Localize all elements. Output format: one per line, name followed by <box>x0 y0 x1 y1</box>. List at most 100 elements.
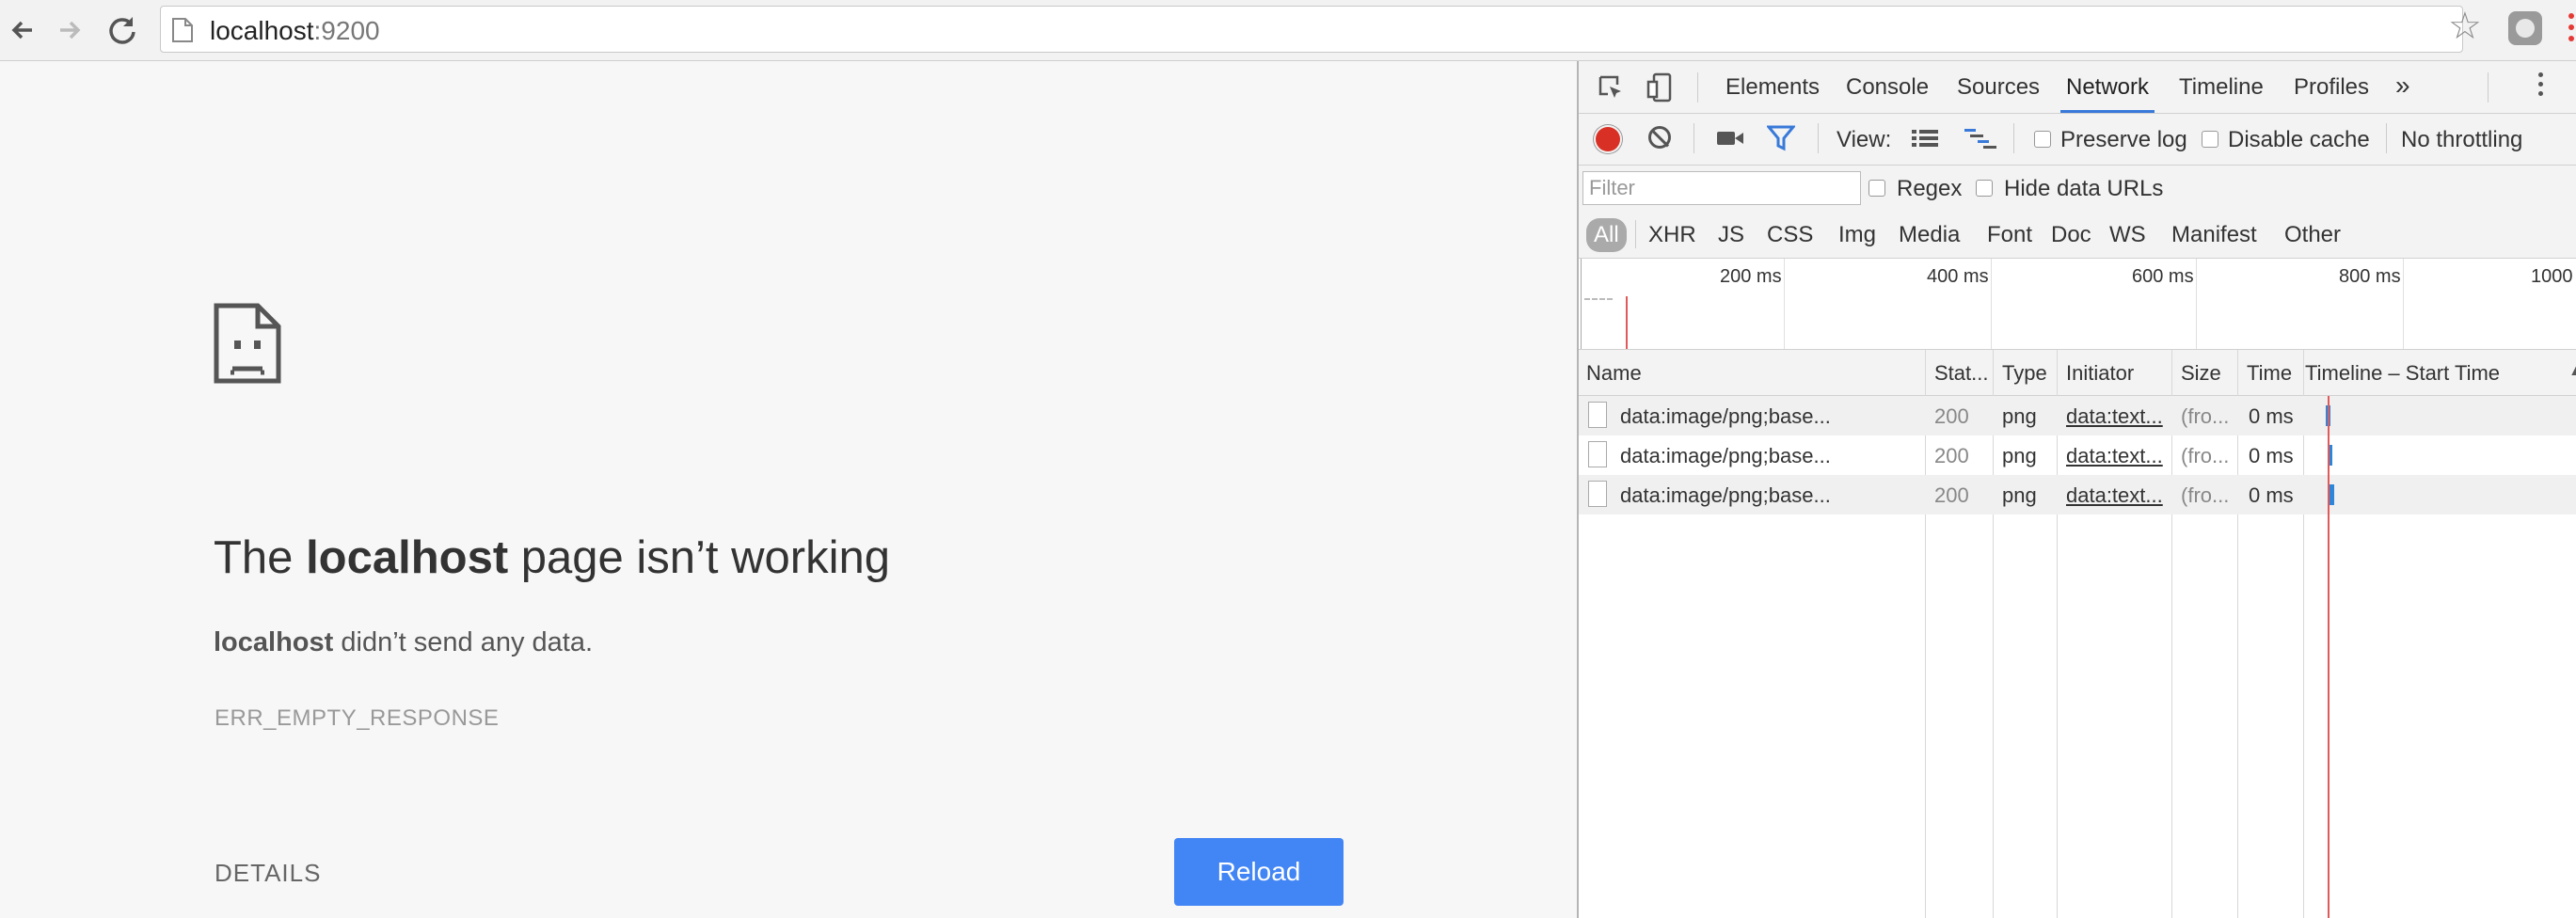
error-page: The localhost page isn’t working localho… <box>0 61 1577 918</box>
clear-icon[interactable] <box>1648 126 1671 149</box>
reload-icon[interactable] <box>103 11 141 49</box>
bookmark-star-icon[interactable]: ☆ <box>2448 8 2482 45</box>
filter-icon[interactable] <box>1767 125 1795 151</box>
browser-menu-icon[interactable] <box>2567 13 2576 47</box>
column-size[interactable]: Size <box>2181 361 2221 386</box>
divider <box>1818 123 1819 153</box>
timeline-bar <box>2330 484 2334 505</box>
type-css[interactable]: CSS <box>1761 218 1819 252</box>
devtools-menu-icon[interactable] <box>2538 72 2544 96</box>
regex-checkbox[interactable] <box>1868 180 1885 197</box>
cell-type: png <box>2002 444 2037 467</box>
cell-initiator[interactable]: data:text... <box>2066 444 2166 468</box>
hide-data-urls-label: Hide data URLs <box>2004 176 2164 201</box>
table-row[interactable]: data:image/png;base... 200 png data:text… <box>1579 396 2576 435</box>
view-label: View: <box>1837 127 1892 152</box>
divider <box>1635 220 1636 248</box>
tab-network[interactable]: Network <box>2059 74 2155 113</box>
error-title: The localhost page isn’t working <box>214 532 890 583</box>
more-tabs-icon[interactable]: » <box>2395 71 2410 101</box>
browser-toolbar: localhost:9200 ☆ <box>0 0 2576 61</box>
file-icon <box>1588 441 1607 467</box>
column-initiator[interactable]: Initiator <box>2066 361 2134 386</box>
hide-data-urls-checkbox[interactable] <box>1976 180 1993 197</box>
cell-initiator[interactable]: data:text... <box>2066 404 2166 429</box>
resource-type-filter: All XHR JS CSS Img Media Font Doc WS Man… <box>1579 211 2576 259</box>
sort-arrow-icon: ▲ <box>2568 363 2576 380</box>
type-font[interactable]: Font <box>1981 218 2038 252</box>
devtools-panel: Elements Console Sources Network Timelin… <box>1577 61 2576 918</box>
divider <box>2488 72 2489 103</box>
type-manifest[interactable]: Manifest <box>2166 218 2263 252</box>
tab-elements[interactable]: Elements <box>1725 74 1820 101</box>
back-icon[interactable] <box>4 11 41 49</box>
capture-screenshots-icon[interactable] <box>1716 129 1744 148</box>
tab-profiles[interactable]: Profiles <box>2294 74 2369 101</box>
column-status[interactable]: Stat... <box>1934 361 1988 386</box>
file-icon <box>1588 481 1607 507</box>
reload-button[interactable]: Reload <box>1174 838 1344 906</box>
tab-sources[interactable]: Sources <box>1957 74 2040 101</box>
overview-gridline <box>2403 259 2404 349</box>
disable-cache-checkbox[interactable] <box>2202 131 2218 148</box>
tab-timeline[interactable]: Timeline <box>2179 74 2264 101</box>
load-event-line <box>2328 396 2330 918</box>
throttling-select[interactable]: No throttling <box>2401 127 2522 153</box>
type-ws[interactable]: WS <box>2104 218 2152 252</box>
tab-console[interactable]: Console <box>1846 74 1929 101</box>
error-code: ERR_EMPTY_RESPONSE <box>215 705 500 731</box>
cell-initiator[interactable]: data:text... <box>2066 483 2166 508</box>
large-rows-icon[interactable] <box>1912 129 1938 148</box>
overview-gridline <box>2196 259 2197 349</box>
record-icon[interactable] <box>1596 127 1620 151</box>
divider <box>1693 123 1694 153</box>
type-img[interactable]: Img <box>1833 218 1882 252</box>
type-other[interactable]: Other <box>2279 218 2346 252</box>
overview-tick-label: 200 ms <box>1720 266 1782 287</box>
column-timeline[interactable]: Timeline – Start Time <box>2305 361 2500 386</box>
page-icon <box>172 18 193 42</box>
filter-input[interactable] <box>1582 171 1861 205</box>
cell-status: 200 <box>1934 483 1969 507</box>
address-bar[interactable]: localhost:9200 <box>160 6 2463 53</box>
type-all[interactable]: All <box>1586 218 1627 252</box>
type-doc[interactable]: Doc <box>2045 218 2097 252</box>
details-link[interactable]: DETAILS <box>215 859 321 888</box>
column-name[interactable]: Name <box>1586 361 1642 386</box>
overview-icon[interactable] <box>1964 127 1996 150</box>
type-xhr[interactable]: XHR <box>1643 218 1702 252</box>
column-type[interactable]: Type <box>2002 361 2047 386</box>
preserve-log-label: Preserve log <box>2060 127 2187 152</box>
overview-gridline <box>1991 259 1992 349</box>
cell-name: data:image/png;base... <box>1620 444 1831 467</box>
regex-label: Regex <box>1897 176 1963 201</box>
cell-type: png <box>2002 483 2037 507</box>
divider <box>2013 123 2014 153</box>
cell-status: 200 <box>1934 444 1969 467</box>
network-toolbar: View: Preserve log Disable cache No thro… <box>1579 114 2576 166</box>
devtools-tab-bar: Elements Console Sources Network Timelin… <box>1579 61 2576 114</box>
extension-icon[interactable] <box>2508 11 2542 45</box>
cell-status: 200 <box>1934 404 1969 428</box>
error-subtitle: localhost didn’t send any data. <box>214 627 594 657</box>
table-row[interactable]: data:image/png;base... 200 png data:text… <box>1579 435 2576 475</box>
preserve-log-checkbox[interactable] <box>2034 131 2051 148</box>
cell-name: data:image/png;base... <box>1620 404 1831 428</box>
type-media[interactable]: Media <box>1893 218 1965 252</box>
cell-time: 0 ms <box>2249 483 2294 507</box>
sad-page-icon <box>214 303 281 384</box>
column-time[interactable]: Time <box>2247 361 2292 386</box>
device-mode-icon[interactable] <box>1646 72 1673 103</box>
cell-name: data:image/png;base... <box>1620 483 1831 507</box>
inspect-element-icon[interactable] <box>1598 74 1624 101</box>
type-js[interactable]: JS <box>1712 218 1750 252</box>
load-event-line <box>1626 296 1628 349</box>
request-table-header: Name Stat... Type Initiator Size Time Ti… <box>1579 350 2576 396</box>
table-row[interactable]: data:image/png;base... 200 png data:text… <box>1579 475 2576 514</box>
overview-activity <box>1584 298 1613 302</box>
forward-icon[interactable] <box>51 11 88 49</box>
file-icon <box>1588 402 1607 428</box>
filter-row: Regex Hide data URLs <box>1579 166 2576 211</box>
overview-gridline <box>1581 259 1582 349</box>
overview-tick-label: 600 ms <box>2132 266 2194 287</box>
